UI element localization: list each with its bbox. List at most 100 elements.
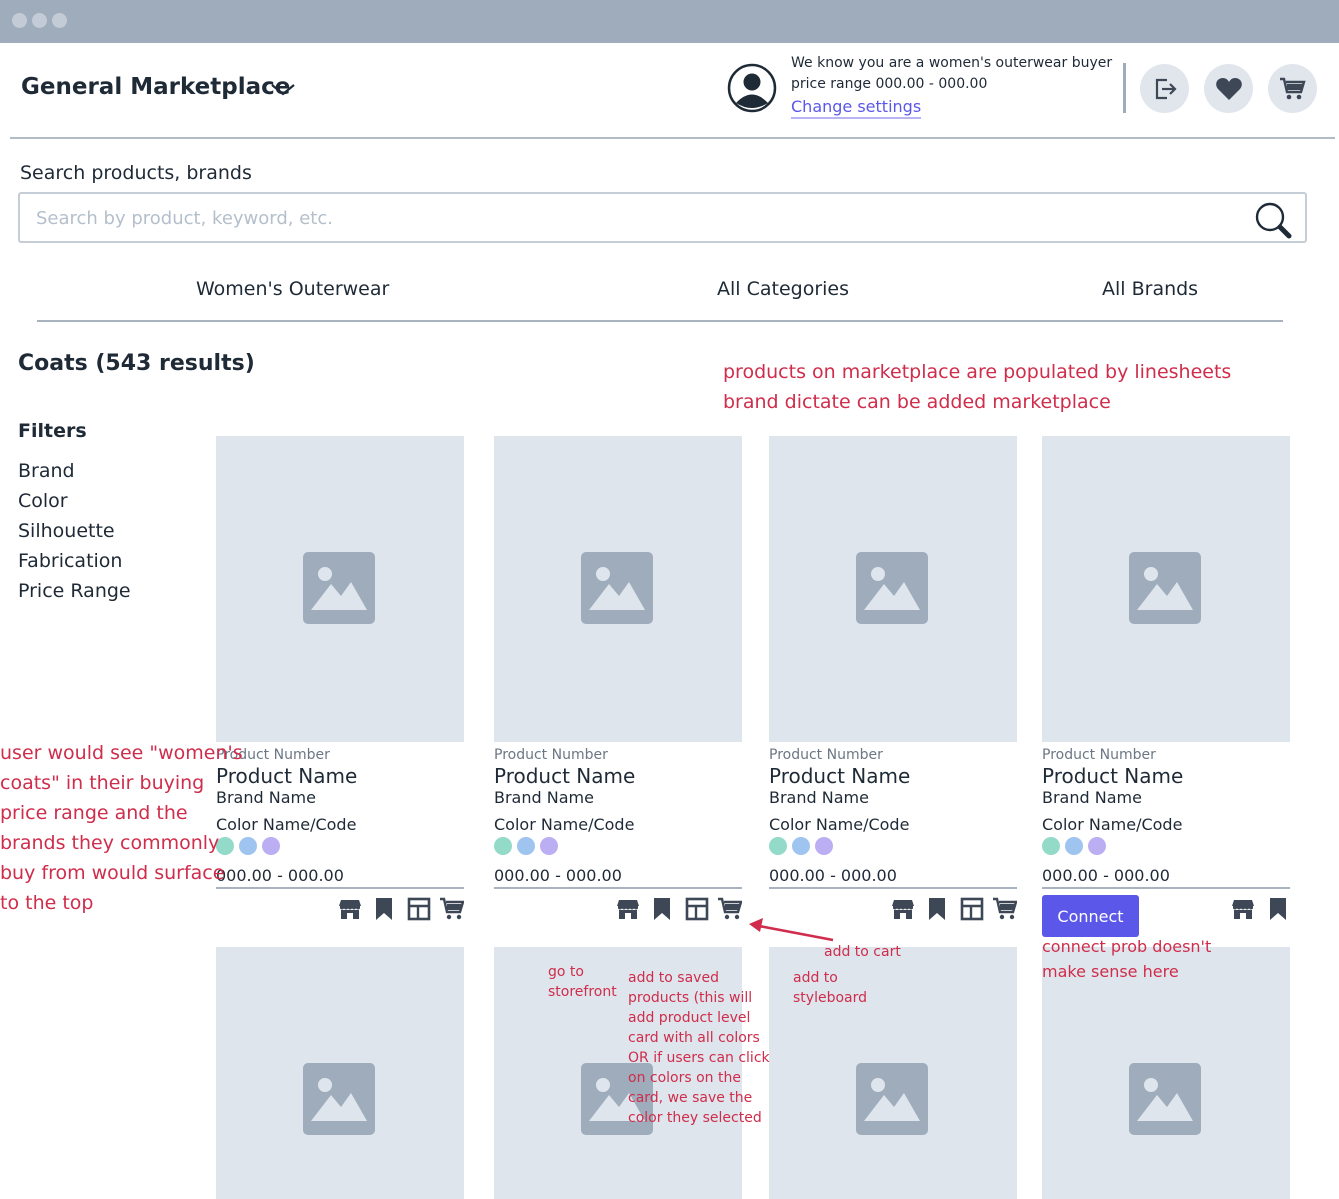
image-placeholder-icon xyxy=(303,552,375,624)
tab-all-brands[interactable]: All Brands xyxy=(1102,278,1198,300)
tab-womens-outerwear[interactable]: Women's Outerwear xyxy=(196,278,389,300)
product-color: Color Name/Code xyxy=(769,815,910,834)
annotation-buying-range: user would see "women's coats" in their … xyxy=(0,738,243,918)
product-image[interactable] xyxy=(1042,947,1290,1199)
window-zoom-dot[interactable] xyxy=(52,13,67,28)
product-image[interactable] xyxy=(494,436,742,742)
color-swatch[interactable] xyxy=(494,837,512,855)
color-swatch[interactable] xyxy=(517,837,535,855)
card-divider xyxy=(216,887,464,889)
product-number: Product Number xyxy=(494,747,608,763)
user-avatar-icon[interactable] xyxy=(727,63,777,113)
change-settings-link[interactable]: Change settings xyxy=(791,97,922,119)
card-divider xyxy=(769,887,1017,889)
add-to-cart-icon[interactable] xyxy=(718,897,742,921)
card-divider xyxy=(1042,887,1290,889)
storefront-icon[interactable] xyxy=(338,897,362,921)
cart-icon xyxy=(1279,77,1306,99)
product-name[interactable]: Product Name xyxy=(494,764,635,788)
styleboard-icon[interactable] xyxy=(407,897,431,921)
annotation-line: brands they commonly xyxy=(0,832,220,854)
bookmark-icon[interactable] xyxy=(372,897,396,921)
bookmark-icon[interactable] xyxy=(1266,897,1290,921)
styleboard-icon[interactable] xyxy=(685,897,709,921)
product-card[interactable] xyxy=(216,947,464,1199)
color-swatches xyxy=(769,837,833,855)
annotation-line: price range and the xyxy=(0,802,188,824)
color-swatch[interactable] xyxy=(1065,837,1083,855)
cart-button[interactable] xyxy=(1268,64,1317,113)
styleboard-icon[interactable] xyxy=(960,897,984,921)
annotation-line: connect prob doesn't xyxy=(1042,937,1212,956)
add-to-cart-icon[interactable] xyxy=(440,897,464,921)
price-range-text: price range 000.00 - 000.00 xyxy=(791,76,988,92)
color-swatch[interactable] xyxy=(540,837,558,855)
filters-title: Filters xyxy=(18,420,87,442)
color-swatch[interactable] xyxy=(792,837,810,855)
window-minimize-dot[interactable] xyxy=(32,13,47,28)
logout-button[interactable] xyxy=(1140,64,1189,113)
annotation-add-cart: add to cart xyxy=(824,944,901,960)
filter-price-range[interactable]: Price Range xyxy=(18,580,131,602)
annotation-line: color they selected xyxy=(628,1110,762,1126)
search-input[interactable] xyxy=(36,205,1216,231)
color-swatch[interactable] xyxy=(815,837,833,855)
image-placeholder-icon xyxy=(1129,1063,1201,1135)
product-brand[interactable]: Brand Name xyxy=(494,788,594,807)
color-swatch[interactable] xyxy=(1042,837,1060,855)
bookmark-icon[interactable] xyxy=(650,897,674,921)
color-swatch[interactable] xyxy=(1088,837,1106,855)
filter-brand[interactable]: Brand xyxy=(18,460,75,482)
annotation-arrow-icon xyxy=(749,918,834,942)
product-brand[interactable]: Brand Name xyxy=(1042,788,1142,807)
image-placeholder-icon xyxy=(303,1063,375,1135)
search-label: Search products, brands xyxy=(20,162,252,184)
product-card[interactable]: Product Number Product Name Brand Name C… xyxy=(494,436,742,921)
favorites-button[interactable] xyxy=(1204,64,1253,113)
filter-color[interactable]: Color xyxy=(18,490,68,512)
connect-button[interactable]: Connect xyxy=(1042,895,1139,937)
product-name[interactable]: Product Name xyxy=(1042,764,1183,788)
product-card[interactable] xyxy=(1042,947,1290,1199)
annotation-line: user would see "women's xyxy=(0,742,243,764)
color-swatch[interactable] xyxy=(769,837,787,855)
annotation-line: go to xyxy=(548,964,584,980)
color-swatch[interactable] xyxy=(262,837,280,855)
filter-fabrication[interactable]: Fabrication xyxy=(18,550,122,572)
annotation-line: styleboard xyxy=(793,990,867,1006)
product-brand[interactable]: Brand Name xyxy=(769,788,869,807)
annotation-line: card, we save the xyxy=(628,1090,753,1106)
chevron-down-icon[interactable] xyxy=(270,82,296,98)
storefront-icon[interactable] xyxy=(1231,897,1255,921)
product-card[interactable]: Product Number Product Name Brand Name C… xyxy=(769,436,1017,921)
tab-all-categories[interactable]: All Categories xyxy=(717,278,849,300)
marketplace-title[interactable]: General Marketplace xyxy=(21,74,290,100)
annotation-line: coats" in their buying xyxy=(0,772,205,794)
storefront-icon[interactable] xyxy=(891,897,915,921)
annotation-line: OR if users can click xyxy=(628,1050,770,1066)
add-to-cart-icon[interactable] xyxy=(993,897,1017,921)
storefront-icon[interactable] xyxy=(616,897,640,921)
product-image[interactable] xyxy=(216,436,464,742)
product-image[interactable] xyxy=(216,947,464,1199)
color-swatches xyxy=(494,837,558,855)
annotation-line: make sense here xyxy=(1042,962,1179,981)
search-icon[interactable] xyxy=(1253,200,1293,240)
product-card[interactable]: Product Number Product Name Brand Name C… xyxy=(216,436,464,921)
annotation-line: card with all colors xyxy=(628,1030,760,1046)
bookmark-icon[interactable] xyxy=(925,897,949,921)
annotation-line: on colors on the xyxy=(628,1070,741,1086)
filter-silhouette[interactable]: Silhouette xyxy=(18,520,115,542)
annotation-line: add to saved xyxy=(628,970,719,986)
product-card[interactable]: Product Number Product Name Brand Name C… xyxy=(1042,436,1290,937)
image-placeholder-icon xyxy=(581,552,653,624)
product-color: Color Name/Code xyxy=(494,815,635,834)
window-close-dot[interactable] xyxy=(12,13,27,28)
annotation-line: storefront xyxy=(548,984,617,1000)
product-image[interactable] xyxy=(1042,436,1290,742)
search-box xyxy=(18,192,1307,243)
heart-icon xyxy=(1215,77,1242,100)
product-image[interactable] xyxy=(769,436,1017,742)
product-name[interactable]: Product Name xyxy=(769,764,910,788)
product-price: 000.00 - 000.00 xyxy=(769,866,897,885)
